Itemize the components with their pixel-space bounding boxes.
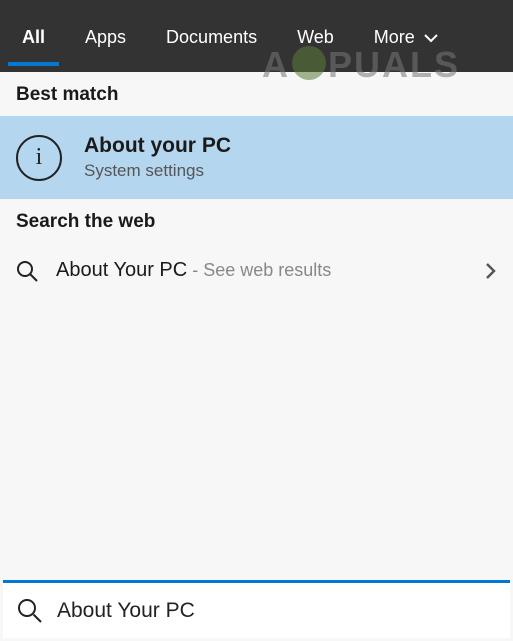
info-icon: i: [16, 135, 62, 181]
web-result-title: About Your PC: [56, 259, 187, 281]
best-match-title: About your PC: [84, 134, 231, 158]
tab-apps[interactable]: Apps: [77, 7, 134, 66]
chevron-right-icon: [485, 262, 497, 280]
search-icon: [17, 598, 43, 624]
best-match-text: About your PC System settings: [84, 134, 231, 181]
search-icon: [16, 260, 38, 282]
best-match-subtitle: System settings: [84, 161, 231, 181]
tab-all[interactable]: All: [14, 7, 53, 66]
section-search-web: Search the web: [0, 199, 513, 243]
web-result-text: About Your PC - See web results: [56, 259, 467, 282]
tab-more-label: More: [374, 27, 415, 47]
best-match-result[interactable]: i About your PC System settings: [0, 116, 513, 199]
chevron-down-icon: [424, 33, 438, 43]
search-bar: [3, 580, 510, 638]
search-input[interactable]: [57, 599, 496, 623]
search-tabs: All Apps Documents Web More: [0, 0, 513, 72]
section-best-match: Best match: [0, 72, 513, 116]
tab-web[interactable]: Web: [289, 7, 342, 66]
tab-documents[interactable]: Documents: [158, 7, 265, 66]
tab-more[interactable]: More: [366, 7, 446, 66]
web-result-hint: - See web results: [187, 260, 331, 280]
web-result[interactable]: About Your PC - See web results: [0, 243, 513, 298]
